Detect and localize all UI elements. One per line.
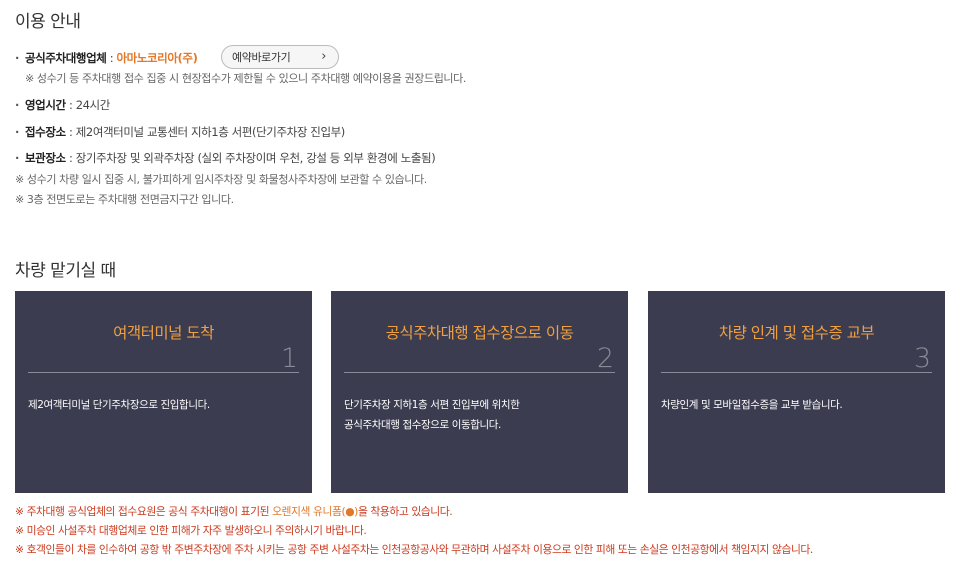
place-value: : 제2여객터미널 교통센터 지하1층 서편(단기주차장 진입부) bbox=[65, 125, 345, 139]
warning-uniform: ※ 주차대행 공식업체의 접수요원은 공식 주차대행이 표기된 오렌지색 유니폼… bbox=[15, 503, 453, 519]
step-desc-line: 제2여객터미널 단기주차장으로 진입합니다. bbox=[28, 399, 210, 411]
storage-label: 보관장소 bbox=[25, 151, 66, 165]
bullet: · bbox=[15, 51, 19, 65]
step-number: 1 bbox=[280, 343, 298, 374]
step-desc-line: 단기주차장 지하1층 서편 진입부에 위치한 bbox=[344, 399, 520, 411]
hours-item: · 영업시간 : 24시간 bbox=[15, 97, 110, 113]
operator-name: 아마노코리아(주) bbox=[116, 51, 198, 65]
operator-item: · 공식주차대행업체 : 아마노코리아(주) bbox=[15, 50, 198, 66]
operator-label: 공식주차대행업체 bbox=[25, 51, 107, 65]
bullet: · bbox=[15, 151, 19, 165]
storage-item: · 보관장소 : 장기주차장 및 외곽주차장 (실외 주차장이며 우천, 강설 등… bbox=[15, 150, 436, 166]
step-divider bbox=[344, 372, 615, 373]
warning-highlight: 오렌지색 유니폼(●) bbox=[272, 505, 358, 518]
chevron-right-icon: › bbox=[321, 49, 326, 64]
step-card-title: 여객터미널 도착 bbox=[113, 324, 214, 342]
warning-text: 을 착용하고 있습니다. bbox=[357, 505, 453, 518]
warning-text: ※ 주차대행 공식업체의 접수요원은 공식 주차대행이 표기된 bbox=[15, 505, 273, 518]
warning-touts: ※ 호객인들이 차를 인수하여 공항 밖 주변주차장에 주차 시키는 공항 주변… bbox=[15, 543, 813, 556]
step-divider bbox=[28, 372, 299, 373]
step-divider bbox=[661, 372, 932, 373]
place-label: 접수장소 bbox=[25, 125, 66, 139]
step-card-2: 공식주차대행 접수장으로 이동 2 단기주차장 지하1층 서편 진입부에 위치한… bbox=[331, 291, 628, 493]
storage-note-2: ※ 3층 전면도로는 주차대행 전면금지구간 입니다. bbox=[15, 193, 234, 206]
hours-label: 영업시간 bbox=[25, 98, 66, 112]
step-desc-line: 차량인계 및 모바일접수증을 교부 받습니다. bbox=[661, 399, 843, 411]
step-card-1: 여객터미널 도착 1 제2여객터미널 단기주차장으로 진입합니다. bbox=[15, 291, 312, 493]
steps-title: 차량 맡기실 때 bbox=[15, 261, 116, 281]
operator-sep: : bbox=[106, 51, 117, 65]
step-card-title: 공식주차대행 접수장으로 이동 bbox=[385, 324, 574, 342]
step-card-title: 차량 인계 및 접수증 교부 bbox=[718, 324, 875, 342]
storage-note-1: ※ 성수기 차량 일시 집중 시, 불가피하게 임시주차장 및 화물청사주차장에… bbox=[15, 173, 427, 186]
storage-value: : 장기주차장 및 외곽주차장 (실외 주차장이며 우천, 강설 등 외부 환경… bbox=[65, 151, 436, 165]
usage-guide-title: 이용 안내 bbox=[15, 12, 81, 32]
hours-value: : 24시간 bbox=[65, 98, 110, 112]
warning-unapproved: ※ 미승인 사설주차 대행업체로 인한 피해가 자주 발생하오니 주의하시기 바… bbox=[15, 524, 367, 537]
step-description: 단기주차장 지하1층 서편 진입부에 위치한 공식주차대행 접수장으로 이동합니… bbox=[344, 395, 615, 435]
step-number: 3 bbox=[913, 343, 931, 374]
reserve-button-label: 예약바로가기 bbox=[232, 51, 291, 64]
operator-note: ※ 성수기 등 주차대행 접수 집중 시 현장접수가 제한될 수 있으니 주차대… bbox=[25, 72, 466, 85]
step-description: 차량인계 및 모바일접수증을 교부 받습니다. bbox=[661, 395, 932, 415]
step-description: 제2여객터미널 단기주차장으로 진입합니다. bbox=[28, 395, 299, 415]
bullet: · bbox=[15, 98, 19, 112]
step-desc-line: 공식주차대행 접수장으로 이동합니다. bbox=[344, 419, 501, 431]
step-card-3: 차량 인계 및 접수증 교부 3 차량인계 및 모바일접수증을 교부 받습니다. bbox=[648, 291, 945, 493]
step-number: 2 bbox=[596, 343, 614, 374]
place-item: · 접수장소 : 제2여객터미널 교통센터 지하1층 서편(단기주차장 진입부) bbox=[15, 124, 345, 140]
reserve-button[interactable]: 예약바로가기 › bbox=[221, 45, 339, 69]
bullet: · bbox=[15, 125, 19, 139]
